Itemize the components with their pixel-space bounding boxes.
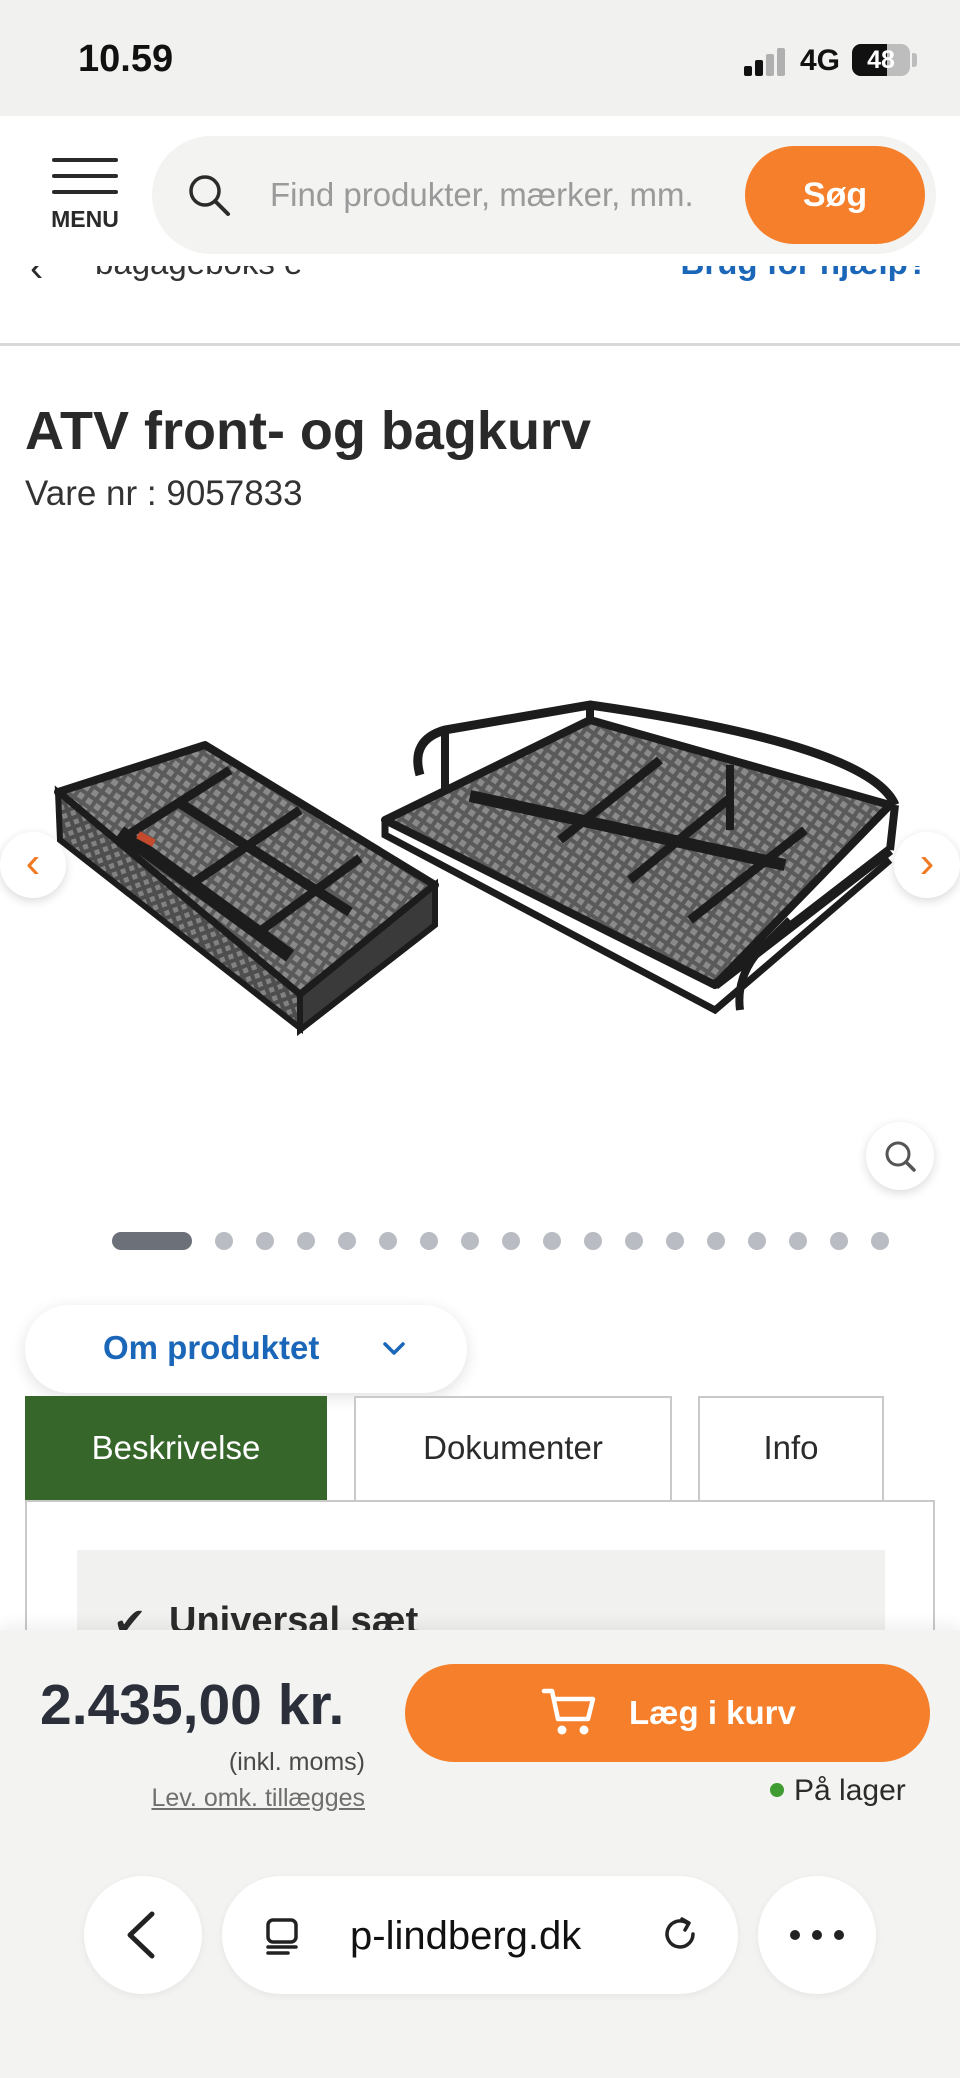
vat-note: (inkl. moms) xyxy=(228,1748,365,1776)
signal-icon xyxy=(744,46,788,76)
zoom-icon xyxy=(885,1141,916,1172)
gallery-dot[interactable] xyxy=(584,1232,602,1250)
front-basket xyxy=(54,741,439,1037)
tab-info[interactable]: Info xyxy=(698,1396,884,1500)
breadcrumb-back-icon[interactable]: ‹ xyxy=(30,266,43,291)
gallery-dot[interactable] xyxy=(112,1232,192,1250)
add-to-cart-button[interactable]: Læg i kurv xyxy=(405,1664,930,1762)
menu-label: MENU xyxy=(51,206,119,232)
gallery-dot[interactable] xyxy=(748,1232,766,1250)
about-product-toggle[interactable]: Om produktet xyxy=(25,1305,467,1393)
gallery-dot[interactable] xyxy=(256,1232,274,1250)
gallery-dot[interactable] xyxy=(707,1232,725,1250)
breadcrumb-item[interactable]: bagageboks e xyxy=(95,266,302,282)
battery-icon: 48 xyxy=(852,44,910,76)
gallery-dot[interactable] xyxy=(543,1232,561,1250)
reload-icon[interactable] xyxy=(660,1914,702,1956)
sku-label: Vare nr : xyxy=(25,474,167,513)
shipping-cost-link[interactable]: Lev. omk. tillægges xyxy=(40,1784,365,1813)
product-title: ATV front- og bagkurv xyxy=(25,401,591,461)
about-product-label: Om produktet xyxy=(103,1329,320,1366)
add-to-cart-label: Læg i kurv xyxy=(629,1694,796,1731)
description-panel: ✔ Universal sæt xyxy=(25,1500,935,1650)
gallery-dot[interactable] xyxy=(420,1232,438,1250)
in-stock-dot-icon xyxy=(770,1783,784,1797)
stock-status-label: På lager xyxy=(794,1774,906,1807)
tab-beskrivelse[interactable]: Beskrivelse xyxy=(25,1396,327,1500)
menu-icon xyxy=(52,158,118,162)
gallery-dot[interactable] xyxy=(338,1232,356,1250)
tabs-icon xyxy=(266,1918,298,1955)
more-icon xyxy=(790,1930,844,1940)
search-icon xyxy=(189,175,230,216)
menu-button[interactable]: MENU xyxy=(40,150,130,240)
search-button[interactable]: Søg xyxy=(745,146,925,244)
chevron-down-icon xyxy=(383,1342,405,1355)
product-sku: Vare nr : 9057833 xyxy=(25,474,303,514)
gallery-dot[interactable] xyxy=(625,1232,643,1250)
sku-value: 9057833 xyxy=(166,474,303,513)
battery-tip xyxy=(912,53,917,67)
gallery-dot[interactable] xyxy=(502,1232,520,1250)
back-icon xyxy=(127,1911,155,1959)
chevron-left-icon: ‹ xyxy=(25,838,41,887)
search-input[interactable] xyxy=(270,166,750,224)
zoom-button[interactable] xyxy=(866,1122,934,1190)
url-text: p-lindberg.dk xyxy=(350,1914,582,1958)
network-type: 4G xyxy=(800,44,841,77)
help-link[interactable]: Brug for hjælp? xyxy=(681,266,928,282)
gallery-next-button[interactable]: › xyxy=(894,832,960,898)
product-price: 2.435,00 kr. xyxy=(40,1673,345,1737)
tab-dokumenter[interactable]: Dokumenter xyxy=(354,1396,672,1500)
browser-back-button[interactable] xyxy=(84,1876,202,1994)
gallery-dot[interactable] xyxy=(830,1232,848,1250)
more-options-button[interactable] xyxy=(758,1876,876,1994)
breadcrumb: ‹ bagageboks e Brug for hjælp? xyxy=(0,266,960,346)
address-bar[interactable]: p-lindberg.dk xyxy=(222,1876,738,1994)
gallery-prev-button[interactable]: ‹ xyxy=(0,832,66,898)
gallery-dot[interactable] xyxy=(871,1232,889,1250)
gallery-dot[interactable] xyxy=(666,1232,684,1250)
stock-status: På lager xyxy=(770,1774,906,1808)
status-time: 10.59 xyxy=(78,38,174,80)
gallery-dot[interactable] xyxy=(461,1232,479,1250)
gallery-dot[interactable] xyxy=(379,1232,397,1250)
gallery-dot[interactable] xyxy=(789,1232,807,1250)
product-image[interactable] xyxy=(0,540,960,1220)
cart-icon xyxy=(541,1688,596,1735)
rear-basket xyxy=(381,700,900,1015)
gallery-dot[interactable] xyxy=(297,1232,315,1250)
gallery-dot[interactable] xyxy=(215,1232,233,1250)
chevron-right-icon: › xyxy=(919,838,935,887)
battery-level: 48 xyxy=(867,46,895,74)
